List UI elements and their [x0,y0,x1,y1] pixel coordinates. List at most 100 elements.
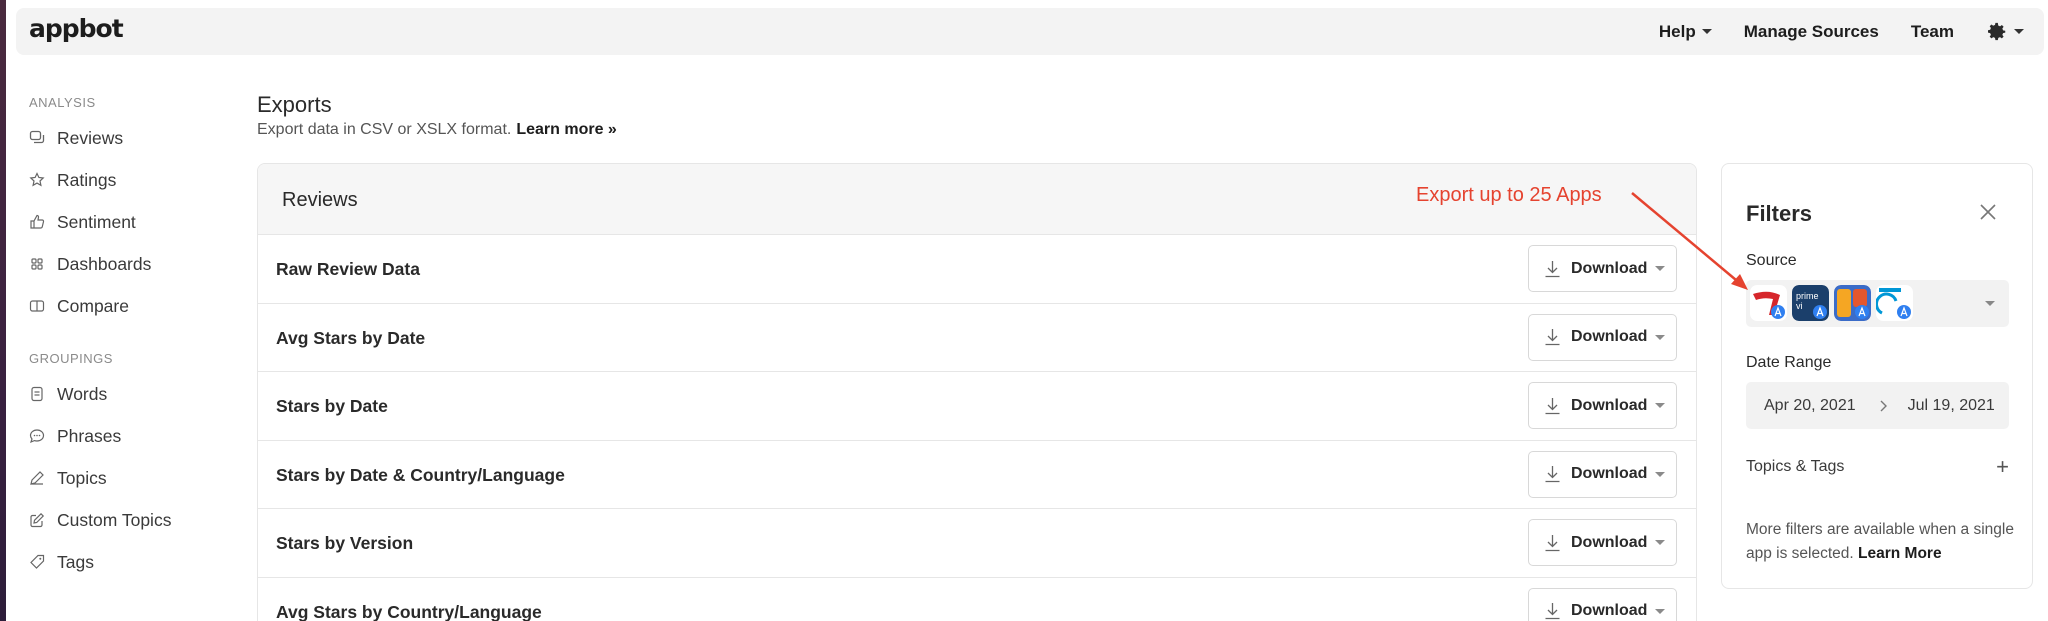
page-title: Exports [257,92,332,117]
chevron-down-icon [1655,471,1666,477]
download-button[interactable]: Download [1528,382,1677,429]
sidebar-item-words[interactable]: Words [29,373,229,415]
sidebar-item-label: Reviews [57,127,124,148]
date-to[interactable]: Jul 19, 2021 [1908,397,1995,415]
download-icon [1545,603,1560,620]
groupings-group-label: GROUPINGS [29,351,113,366]
chevron-down-icon [1655,540,1666,545]
chevron-down-icon [1655,608,1666,614]
download-button[interactable]: Download [1528,450,1677,498]
document-icon [29,386,45,402]
page-subtitle: Export data in CSV or XSLX format. Learn … [257,121,617,139]
thumbs-up-icon [29,214,45,230]
download-label: Download [1571,533,1648,551]
filters-panel: Filters Source prime vi Date Range Apr 2… [1721,163,2033,589]
prime-video-icon: prime vi [1792,285,1829,321]
grid-icon [29,256,45,272]
compare-icon [29,298,45,314]
export-row-label: Avg Stars by Date [276,327,426,348]
nav-right: Help Manage Sources Team [1627,8,2024,55]
chevron-down-icon [1701,29,1712,34]
export-row: Avg Stars by Country/Language Download [258,578,1696,621]
team-link[interactable]: Team [1911,22,1954,42]
chevron-down-icon [1655,403,1666,408]
sidebar-item-dashboards[interactable]: Dashboards [29,243,229,285]
download-icon [1545,260,1560,277]
top-navbar: appbot Help Manage Sources Team [16,8,2044,55]
gear-icon [1988,22,2006,40]
learn-more-link[interactable]: Learn more » [516,121,616,138]
chevron-down-icon [2014,29,2024,34]
sidebar-item-label: Topics [57,467,107,488]
download-icon [1545,534,1560,551]
sidebar-item-label: Dashboards [57,253,152,274]
appbot-logo[interactable]: appbot [29,14,124,43]
export-row: Stars by Date Download [258,372,1696,441]
download-label: Download [1571,602,1648,619]
subtitle-text: Export data in CSV or XSLX format. [257,121,512,138]
sidebar: ANALYSIS Reviews Ratings Sentiment Dashb… [29,95,229,583]
reviews-icon [29,130,45,146]
sidebar-item-reviews[interactable]: Reviews [29,117,229,159]
download-button[interactable]: Download [1528,519,1677,566]
daikin-app-icon [1876,285,1913,321]
sidebar-item-label: Ratings [57,169,117,190]
download-button[interactable]: Download [1528,245,1677,292]
sidebar-item-tags[interactable]: Tags [29,541,229,583]
download-icon [1545,397,1560,414]
export-row: Raw Review Data Download [258,235,1696,304]
download-button[interactable]: Download [1528,587,1677,621]
card-header: Reviews Export up to 25 Apps [258,164,1696,235]
topics-tags-filter[interactable]: Topics & Tags + [1746,454,2009,479]
download-label: Download [1571,465,1648,482]
sidebar-item-label: Words [57,383,108,404]
window-edge [0,0,6,621]
annotation-text: Export up to 25 Apps [1416,184,1602,206]
sidebar-item-label: Custom Topics [57,509,172,530]
settings-menu[interactable] [1986,21,2024,43]
export-row-label: Stars by Date [276,396,388,416]
export-row-label: Stars by Date & Country/Language [276,464,565,485]
topics-tags-label: Topics & Tags [1746,458,1845,475]
sidebar-item-sentiment[interactable]: Sentiment [29,201,229,243]
sidebar-item-phrases[interactable]: Phrases [29,415,229,457]
download-label: Download [1571,396,1648,414]
source-select[interactable]: prime vi [1746,280,2009,327]
sidebar-item-label: Compare [57,295,129,316]
download-label: Download [1571,259,1648,277]
chevron-down-icon [1655,334,1666,340]
chevron-right-icon [1880,400,1887,411]
download-icon [1545,329,1560,346]
sidebar-item-compare[interactable]: Compare [29,285,229,327]
download-button[interactable]: Download [1528,313,1677,361]
export-row-label: Stars by Version [276,533,414,553]
svg-text:prime: prime [1796,291,1819,301]
manage-sources-link[interactable]: Manage Sources [1744,22,1879,42]
help-menu[interactable]: Help [1659,22,1712,42]
export-row: Avg Stars by Date Download [258,304,1696,372]
export-row: Stars by Version Download [258,509,1696,578]
filters-note: More filters are available when a single… [1746,518,2016,566]
sidebar-item-label: Tags [57,551,94,572]
download-label: Download [1571,328,1648,345]
plus-icon[interactable]: + [1996,454,2009,480]
date-range-label: Date Range [1746,354,1832,371]
reviews-export-card: Reviews Export up to 25 Apps Raw Review … [257,163,1697,621]
close-icon[interactable] [1978,202,1998,222]
chat-icon [29,428,45,444]
export-row-label: Avg Stars by Country/Language [276,601,542,621]
learn-more-link[interactable]: Learn More [1858,545,1942,562]
sidebar-item-label: Phrases [57,425,122,446]
red-app-icon [1750,285,1787,321]
edit-icon [29,512,45,528]
sidebar-item-label: Sentiment [57,211,136,232]
pencil-icon [29,470,45,486]
sidebar-item-topics[interactable]: Topics [29,457,229,499]
svg-text:vi: vi [1796,301,1803,311]
sidebar-item-custom-topics[interactable]: Custom Topics [29,499,229,541]
export-row-label: Raw Review Data [276,259,420,279]
chevron-down-icon [1655,266,1666,271]
date-from[interactable]: Apr 20, 2021 [1764,397,1856,415]
sidebar-item-ratings[interactable]: Ratings [29,159,229,201]
filters-title: Filters [1746,201,1813,226]
